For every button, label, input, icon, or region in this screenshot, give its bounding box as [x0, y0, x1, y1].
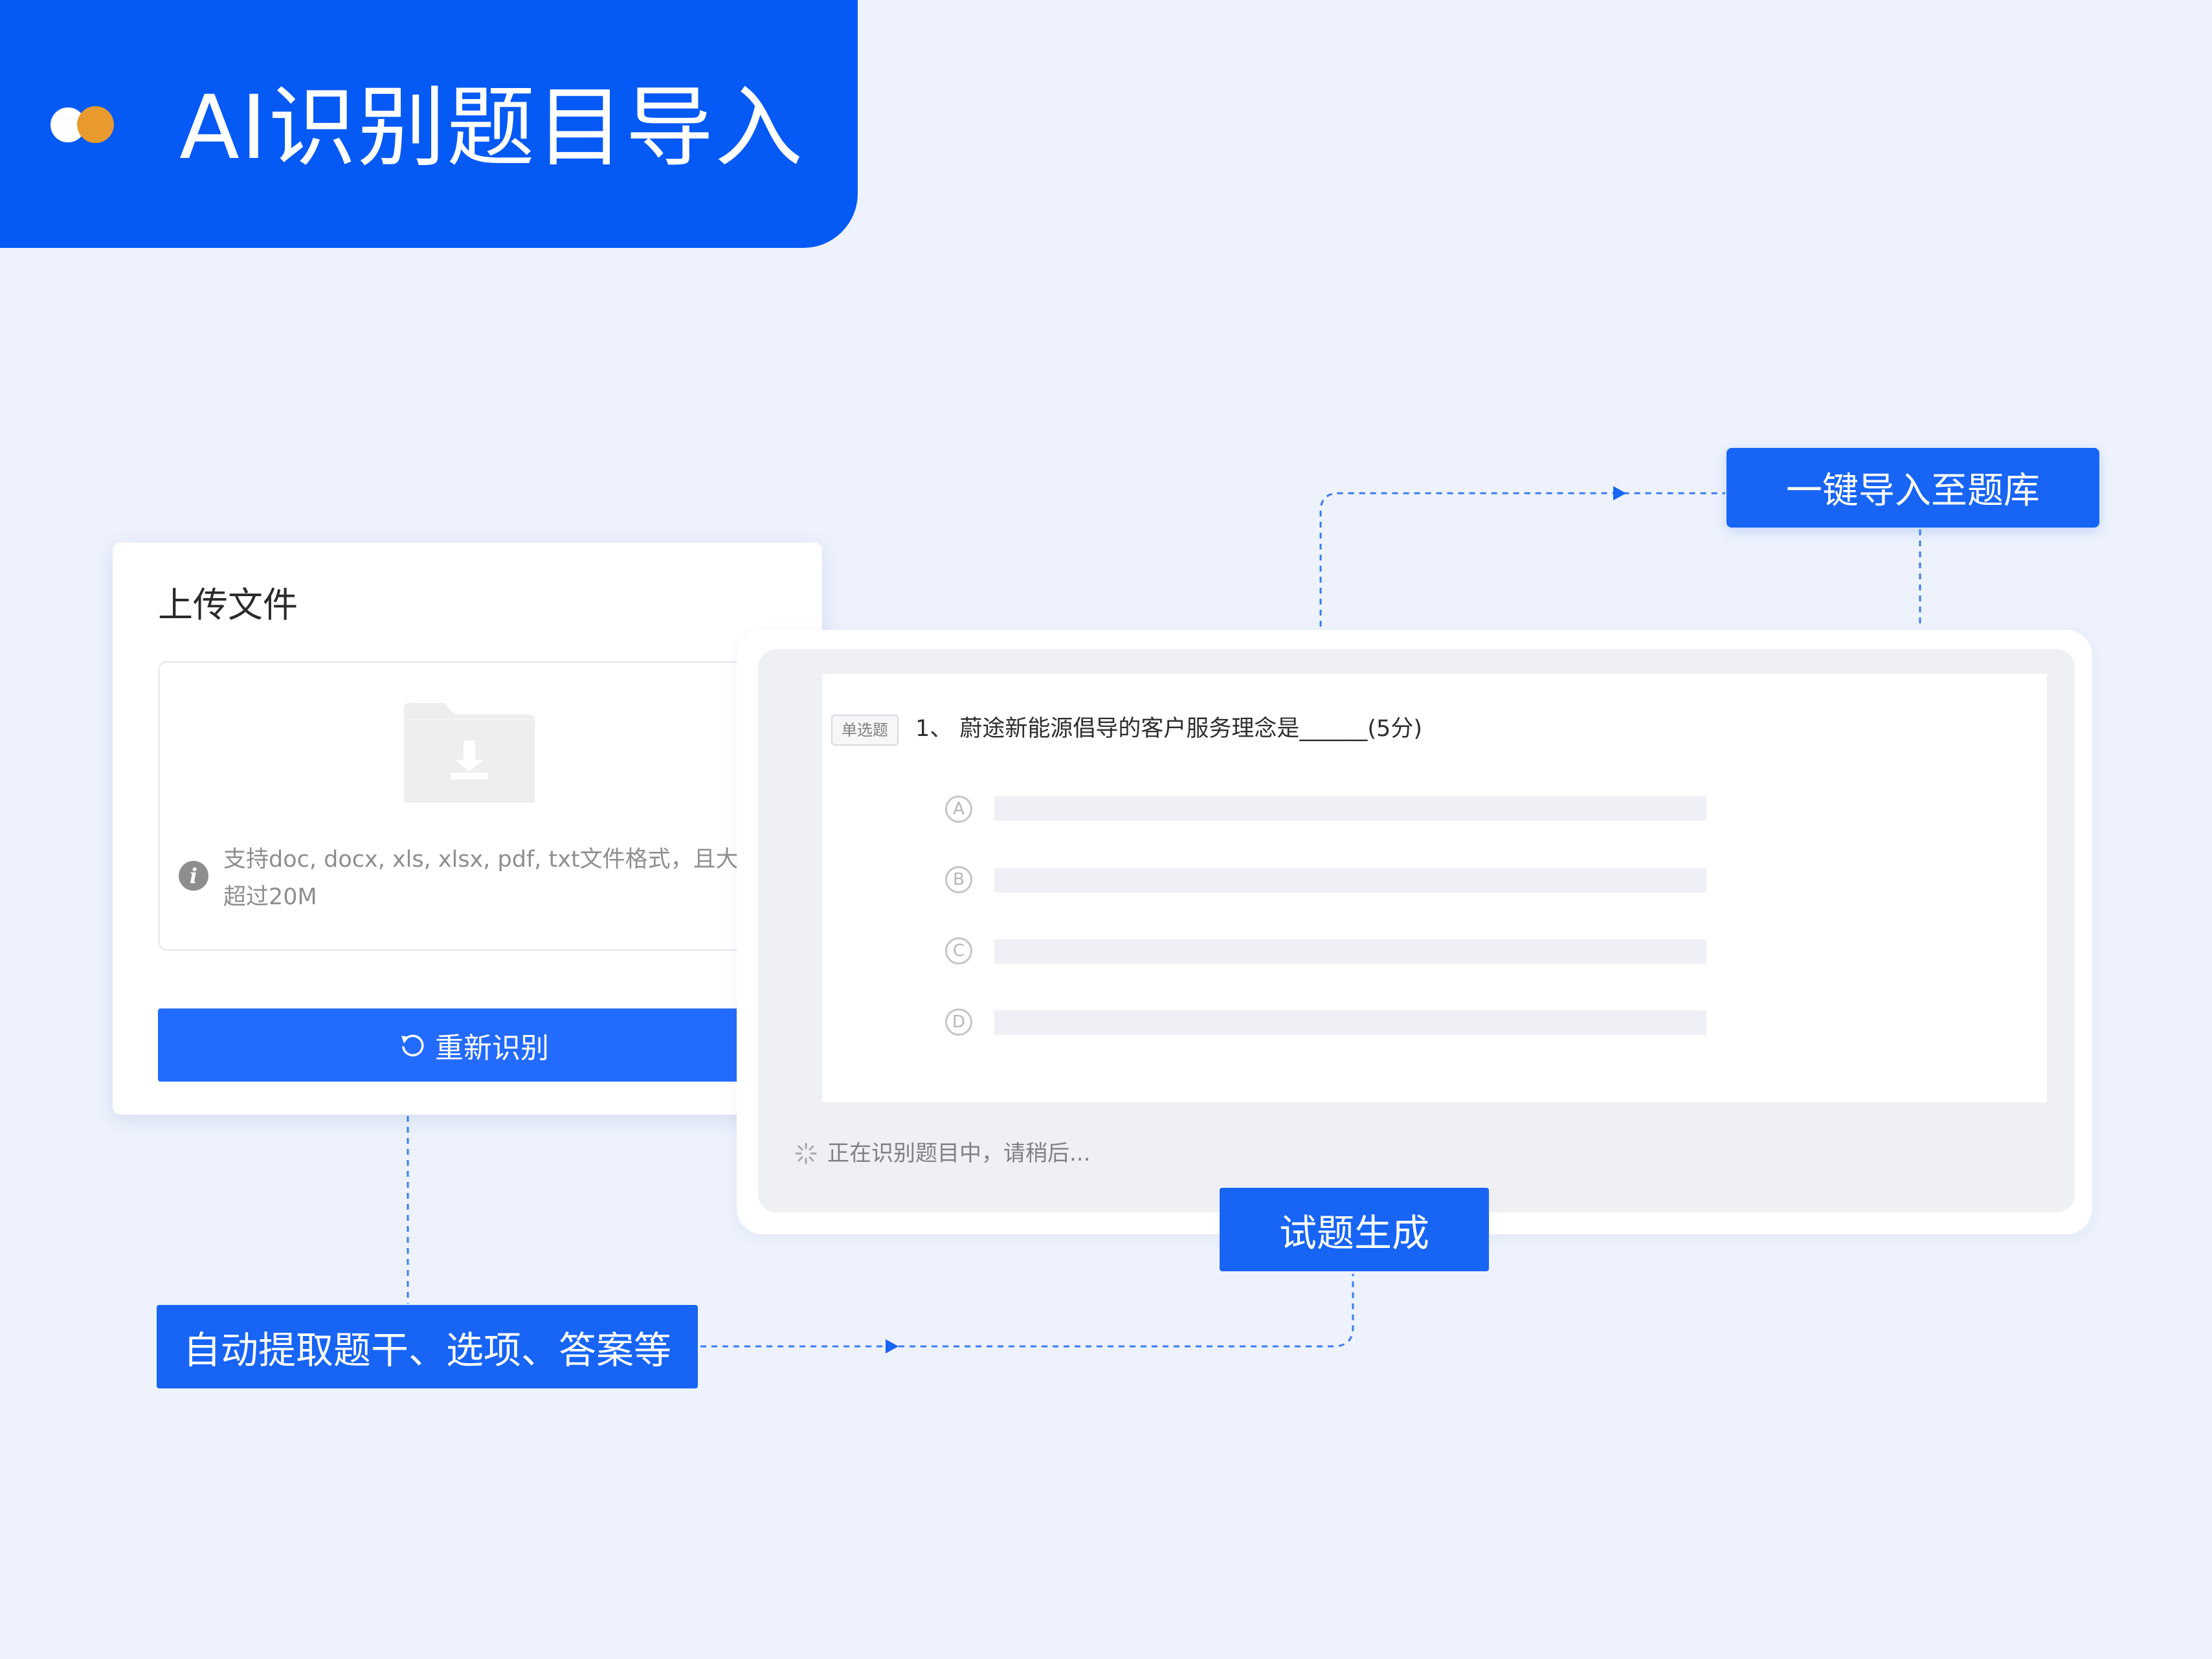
arrow-to-generate — [886, 1339, 899, 1353]
info-icon: i — [179, 861, 208, 891]
question-generate-callout: 试题生成 — [1220, 1188, 1489, 1271]
refresh-icon — [401, 1034, 424, 1056]
option-b-radio[interactable]: B — [945, 866, 972, 893]
option-a-placeholder — [994, 796, 1706, 821]
loading-spinner-icon — [795, 1142, 817, 1164]
import-to-bank-callout: 一键导入至题库 — [1726, 448, 2099, 528]
arrow-to-import — [1613, 486, 1626, 500]
option-d-radio[interactable]: D — [945, 1008, 972, 1036]
reidentify-button[interactable]: 重新识别 — [158, 1008, 790, 1082]
upload-hint-line1: 支持doc, docx, xls, xlsx, pdf, txt文件格式，且大小… — [223, 847, 784, 873]
folder-download-icon — [404, 703, 535, 803]
upload-hint-line2: 超过20M — [223, 884, 317, 910]
auto-extract-callout: 自动提取题干、选项、答案等 — [157, 1305, 698, 1388]
question-type-tag: 单选题 — [831, 715, 899, 746]
option-c-radio[interactable]: C — [945, 937, 972, 964]
upload-title: 上传文件 — [158, 585, 298, 625]
logo-dot-orange — [77, 106, 114, 143]
option-b-placeholder — [994, 868, 1706, 893]
option-d-placeholder — [994, 1010, 1706, 1035]
page-title: AI识别题目导入 — [179, 77, 805, 179]
option-a-radio[interactable]: A — [945, 796, 972, 823]
recognition-status: 正在识别题目中，请稍后... — [827, 1141, 1091, 1166]
reidentify-label: 重新识别 — [435, 1031, 549, 1065]
question-text: 1、 蔚途新能源倡导的客户服务理念是______(5分) — [915, 716, 1422, 742]
option-c-placeholder — [994, 939, 1706, 964]
